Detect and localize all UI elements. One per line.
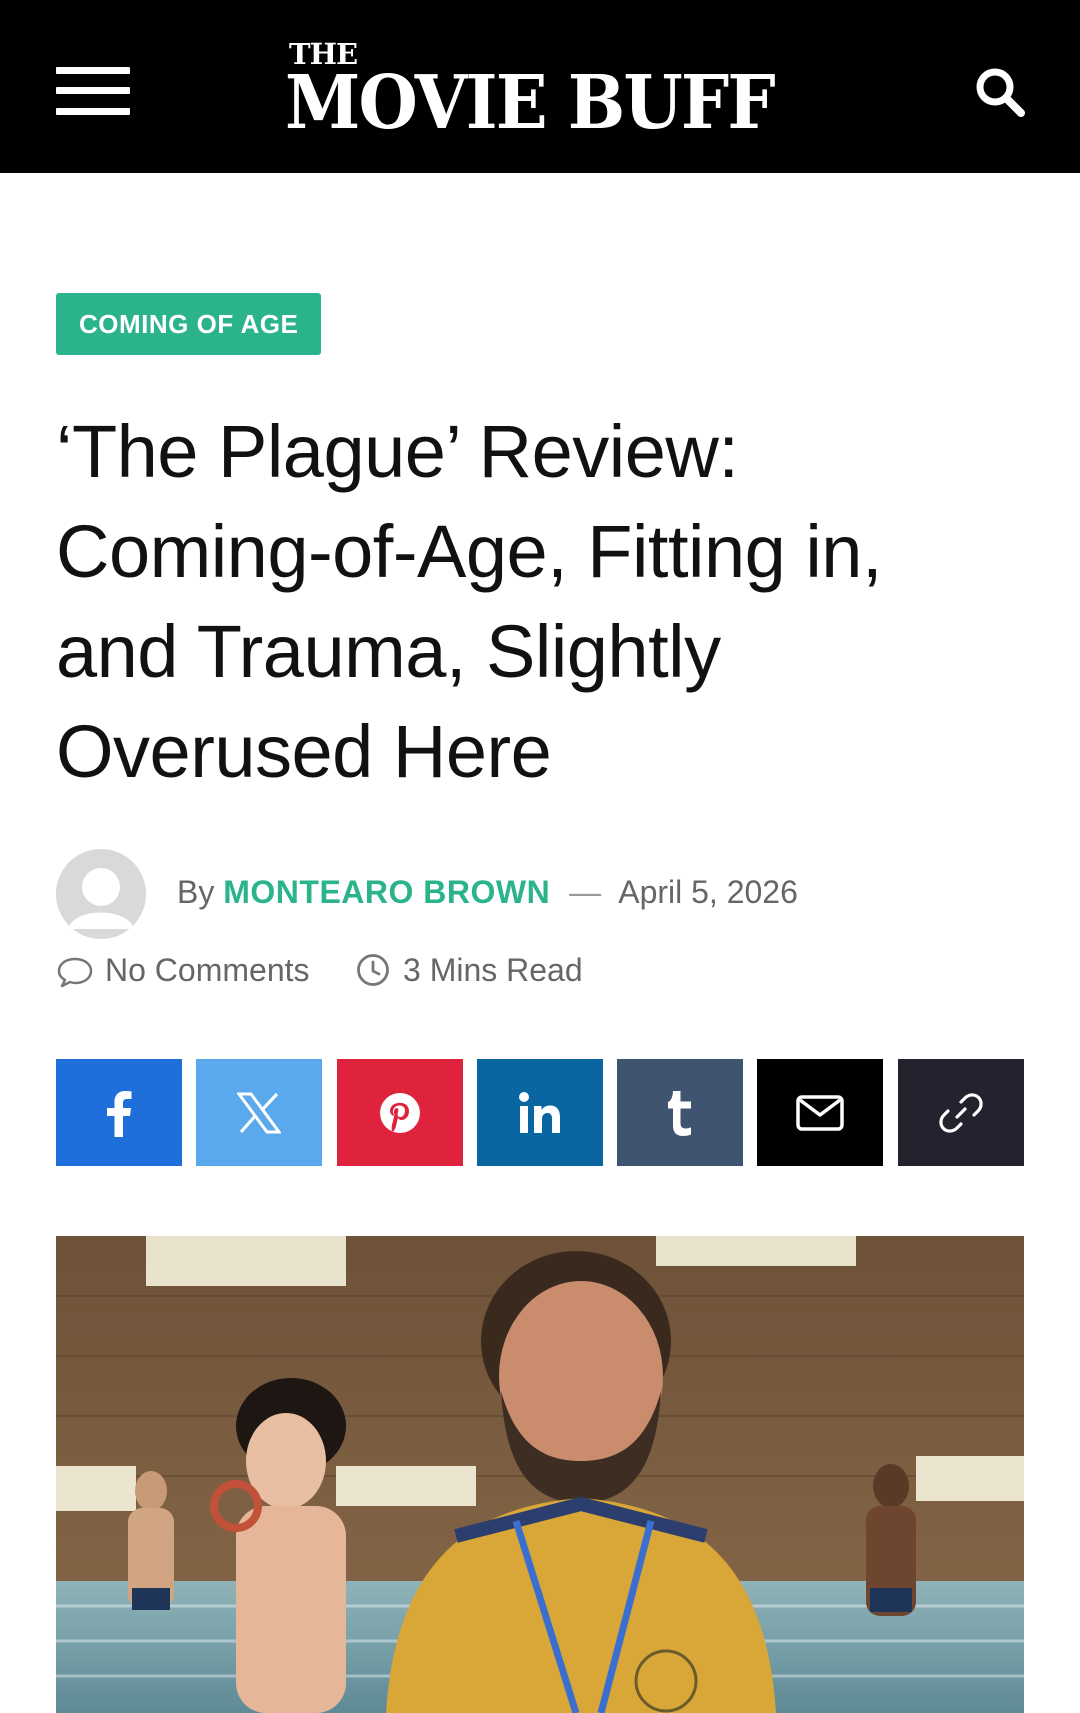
category-badge[interactable]: COMING OF AGE <box>56 293 322 355</box>
comment-icon <box>57 957 93 988</box>
author-avatar[interactable] <box>56 849 146 939</box>
share-bar <box>56 1059 1024 1166</box>
link-icon <box>939 1092 983 1133</box>
search-icon[interactable] <box>974 66 1026 118</box>
clock-icon <box>357 954 389 986</box>
byline: By MONTEARO BROWN — April 5, 2026 <box>177 868 798 916</box>
site-header: THE MOVIE BUFF <box>0 0 1080 173</box>
byline-prefix: By <box>177 874 215 910</box>
share-pinterest-button[interactable] <box>337 1059 463 1166</box>
avatar-placeholder-icon <box>56 849 146 939</box>
copy-link-button[interactable] <box>898 1059 1024 1166</box>
site-logo[interactable]: THE MOVIE BUFF <box>285 33 795 143</box>
facebook-icon <box>107 1090 132 1137</box>
share-facebook-button[interactable] <box>56 1059 182 1166</box>
byline-separator: — <box>569 874 602 910</box>
read-time-text: 3 Mins Read <box>403 952 583 988</box>
article-hero-image[interactable] <box>56 1236 1024 1713</box>
tumblr-icon <box>668 1090 691 1136</box>
menu-icon[interactable] <box>56 67 130 115</box>
share-tumblr-button[interactable] <box>617 1059 743 1166</box>
share-linkedin-button[interactable] <box>477 1059 603 1166</box>
comments-count: No Comments <box>105 952 310 988</box>
linkedin-icon <box>519 1091 560 1133</box>
share-email-button[interactable] <box>757 1059 883 1166</box>
logo-big-text: MOVIE BUFF <box>285 60 776 146</box>
share-x-button[interactable] <box>196 1059 322 1166</box>
x-icon <box>237 1092 281 1133</box>
pinterest-icon <box>380 1092 420 1133</box>
article-title: ‘The Plague’ Review: Coming-of-Age, Fitt… <box>56 410 883 793</box>
email-icon <box>796 1094 844 1131</box>
publish-date: April 5, 2026 <box>618 874 798 910</box>
author-link[interactable]: MONTEARO BROWN <box>223 874 550 910</box>
hero-photo <box>56 1236 1024 1713</box>
